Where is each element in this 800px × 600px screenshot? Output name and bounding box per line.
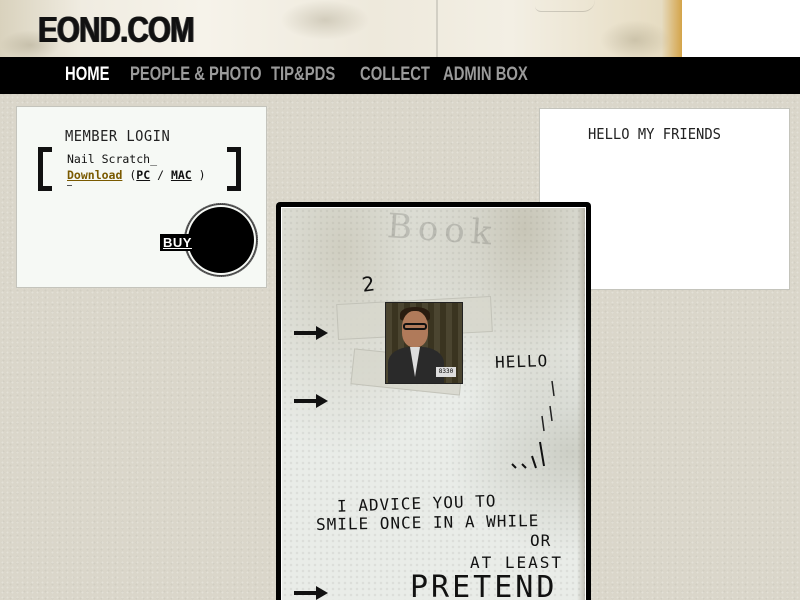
nav-item-people-photo[interactable]: PEOPLE & PHOTO <box>130 64 261 86</box>
member-login-title: MEMBER LOGIN <box>65 127 171 145</box>
buy-button[interactable]: BUY <box>160 234 195 251</box>
pc-download-link[interactable]: PC <box>136 168 150 182</box>
member-login-panel: MEMBER LOGIN Nail Scratch_ Download (PC … <box>16 106 267 288</box>
scribble-marks <box>511 380 555 469</box>
site-logo[interactable]: EOND.COM <box>38 9 195 51</box>
cursor-mark <box>67 185 72 186</box>
nav-item-collect[interactable]: COLLECT <box>360 64 430 86</box>
site-header: EOND.COM <box>0 0 800 60</box>
arrow-right-icon <box>294 586 328 600</box>
featured-photo: Book 2 8330 HELLO I ADVICE YOU TO SMILE … <box>281 207 586 600</box>
photo-top-scrawl: Book <box>385 207 499 254</box>
download-link[interactable]: Download <box>67 168 122 182</box>
photo-edge-shadow <box>577 208 585 600</box>
member-username: Nail Scratch_ <box>67 152 158 166</box>
photo-hello-text: HELLO <box>494 351 549 372</box>
photo-number: 2 <box>360 271 377 297</box>
arrow-right-icon <box>294 394 328 408</box>
buy-circle-icon[interactable] <box>184 203 258 277</box>
download-links: Download (PC / MAC ) <box>67 168 206 182</box>
main-nav: HOME PEOPLE & PHOTO TIP&PDS COLLECT ADMI… <box>0 57 800 94</box>
nav-item-admin-box[interactable]: ADMIN BOX <box>443 64 528 86</box>
mugshot-tag: 8330 <box>436 367 456 377</box>
note-line-2: SMILE ONCE IN A WHILE <box>315 511 540 534</box>
note-line-3: OR <box>530 531 552 550</box>
note-line-5: PRETEND <box>410 570 558 600</box>
mac-download-link[interactable]: MAC <box>171 168 192 182</box>
close-paren: ) <box>198 168 206 182</box>
link-separator: / <box>157 168 164 182</box>
nav-item-tips[interactable]: TIP&PDS <box>271 64 335 86</box>
left-bracket-icon <box>38 147 52 191</box>
right-bracket-icon <box>227 147 241 191</box>
featured-photo-card[interactable]: Book 2 8330 HELLO I ADVICE YOU TO SMILE … <box>276 202 591 600</box>
arrow-right-icon <box>294 326 328 340</box>
header-divider <box>436 0 438 57</box>
header-scribble <box>535 0 595 12</box>
mugshot-photo: 8330 <box>385 302 463 384</box>
friends-title: HELLO MY FRIENDS <box>588 125 721 143</box>
nav-item-home[interactable]: HOME <box>65 64 109 86</box>
